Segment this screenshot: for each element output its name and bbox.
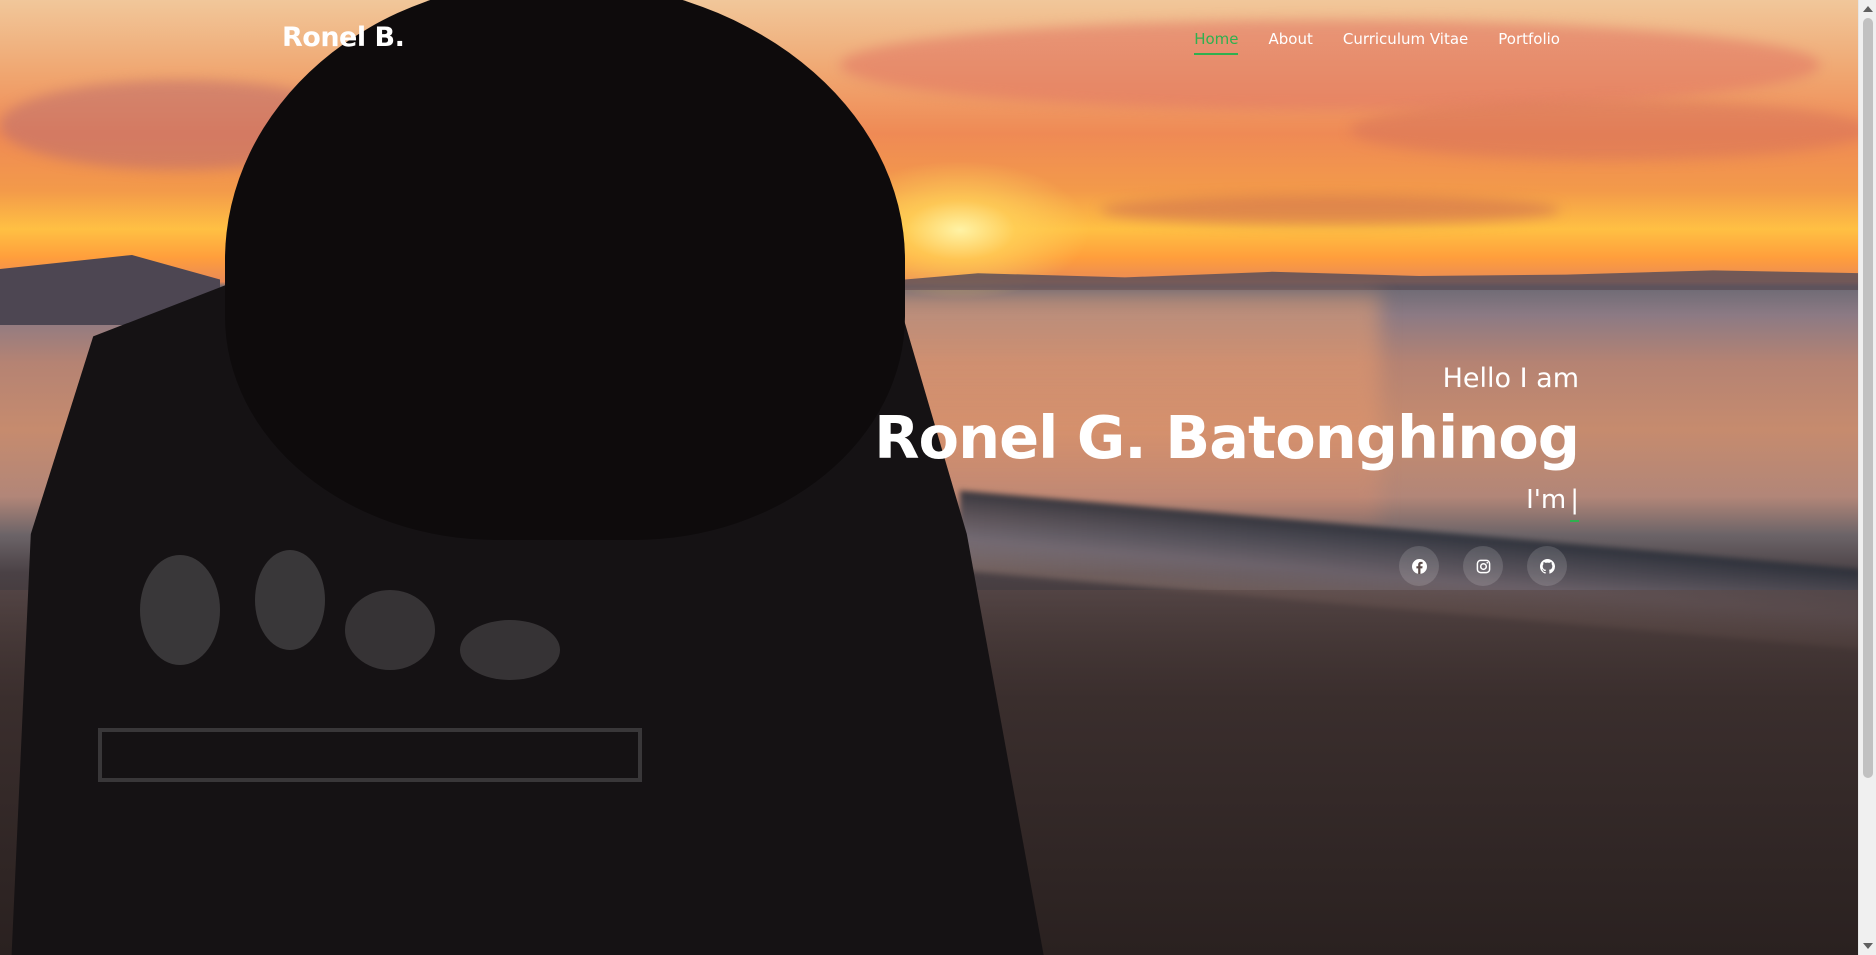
nav-item-cv: Curriculum Vitae xyxy=(1343,30,1468,49)
scrollbar-thumb[interactable] xyxy=(1863,18,1873,778)
scroll-down-arrow-icon[interactable] xyxy=(1863,943,1873,949)
facebook-link[interactable] xyxy=(1399,546,1439,586)
typed-cursor: | xyxy=(1570,480,1579,522)
typed-text: I'm | xyxy=(874,480,1579,522)
scroll-up-arrow-icon[interactable] xyxy=(1863,6,1873,12)
facebook-icon xyxy=(1411,558,1427,574)
nav-item-home: Home xyxy=(1194,30,1238,49)
hero-name: Ronel G. Batonghinog xyxy=(874,403,1580,472)
nav-item-portfolio: Portfolio xyxy=(1498,30,1560,49)
nav-link-about[interactable]: About xyxy=(1268,30,1312,54)
nav-link-portfolio[interactable]: Portfolio xyxy=(1498,30,1560,54)
hero-content: Hello I am Ronel G. Batonghinog I'm | xyxy=(874,360,1580,586)
shirt-print-graphic xyxy=(98,550,642,782)
hero-greeting: Hello I am xyxy=(1442,363,1579,394)
cloud xyxy=(1100,195,1560,225)
nav-menu: Home About Curriculum Vitae Portfolio xyxy=(1194,30,1560,49)
brand-logo[interactable]: Ronel B. xyxy=(282,22,405,53)
github-link[interactable] xyxy=(1527,546,1567,586)
nav-item-about: About xyxy=(1268,30,1312,49)
instagram-link[interactable] xyxy=(1463,546,1503,586)
cloud xyxy=(1350,100,1858,160)
person-silhouette-hair xyxy=(225,0,905,540)
typed-prefix: I'm xyxy=(1526,485,1567,515)
navbar: Ronel B. Home About Curriculum Vitae Por… xyxy=(0,0,1858,80)
page: Ronel B. Home About Curriculum Vitae Por… xyxy=(0,0,1876,955)
social-links xyxy=(874,546,1567,586)
instagram-icon xyxy=(1476,559,1490,573)
nav-link-home[interactable]: Home xyxy=(1194,30,1238,54)
github-icon xyxy=(1539,558,1555,574)
nav-link-curriculum-vitae[interactable]: Curriculum Vitae xyxy=(1343,30,1468,54)
vertical-scrollbar[interactable] xyxy=(1858,0,1876,955)
